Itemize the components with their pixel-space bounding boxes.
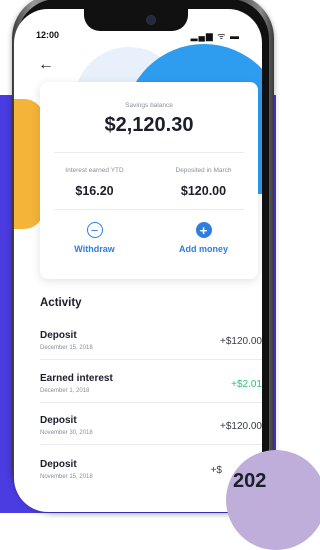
year-badge-text: 202: [233, 470, 267, 492]
year-badge: [226, 450, 320, 550]
activity-amount: +$2.01: [231, 379, 262, 390]
interest-label: Interest earned YTD: [65, 167, 124, 174]
activity-title: Deposit: [40, 459, 77, 470]
savings-card: Savings balance $2,120.30 Interest earne…: [40, 82, 258, 279]
camera-icon: [146, 15, 156, 25]
activity-date: December 1, 2018: [40, 388, 90, 394]
activity-date: November 15, 2018: [40, 474, 93, 480]
activity-row[interactable]: Deposit November 30, 2018 +$120.00: [40, 415, 262, 459]
activity-amount: +$120.00: [220, 336, 262, 347]
back-arrow-icon[interactable]: ←: [38, 57, 54, 73]
activity-row[interactable]: Earned interest December 1, 2018 +$2.01: [40, 373, 262, 417]
row-divider: [40, 402, 262, 403]
activity-amount: +$120.00: [220, 421, 262, 432]
withdraw-button[interactable]: − Withdraw: [40, 222, 149, 254]
balance-value: $2,120.30: [104, 114, 194, 136]
activity-date: December 15, 2018: [40, 345, 93, 351]
withdraw-label: Withdraw: [74, 244, 115, 254]
deposited-stat: Deposited in March $120.00: [149, 167, 258, 198]
plus-icon: +: [195, 222, 212, 238]
phone-notch: [84, 9, 188, 31]
interest-value: $16.20: [75, 184, 114, 198]
activity-row[interactable]: Deposit December 15, 2018 +$120.00: [40, 330, 262, 374]
activity-amount: +$: [210, 465, 222, 476]
row-divider: [40, 444, 262, 445]
card-divider-bottom: [54, 209, 244, 210]
status-time: 12:00: [36, 30, 60, 40]
activity-heading: Activity: [40, 297, 82, 309]
add-money-label: Add money: [178, 244, 228, 254]
activity-title: Earned interest: [40, 373, 113, 384]
signal-wifi-battery-icon: ▂▄▆ ᯤ ▬: [190, 31, 240, 41]
interest-stat: Interest earned YTD $16.20: [40, 167, 149, 198]
activity-title: Deposit: [40, 330, 77, 341]
row-divider: [40, 359, 262, 360]
activity-title: Deposit: [40, 415, 77, 426]
deposited-value: $120.00: [180, 184, 227, 198]
balance-label: Savings balance: [125, 102, 173, 109]
phone-screen: 12:00 ▂▄▆ ᯤ ▬ ← Savings balance $2,120.3…: [14, 9, 262, 512]
card-divider-top: [54, 152, 244, 153]
deposited-label: Deposited in March: [175, 167, 232, 174]
activity-date: November 30, 2018: [40, 430, 93, 436]
add-money-button[interactable]: + Add money: [149, 222, 258, 254]
minus-icon: −: [86, 222, 103, 238]
